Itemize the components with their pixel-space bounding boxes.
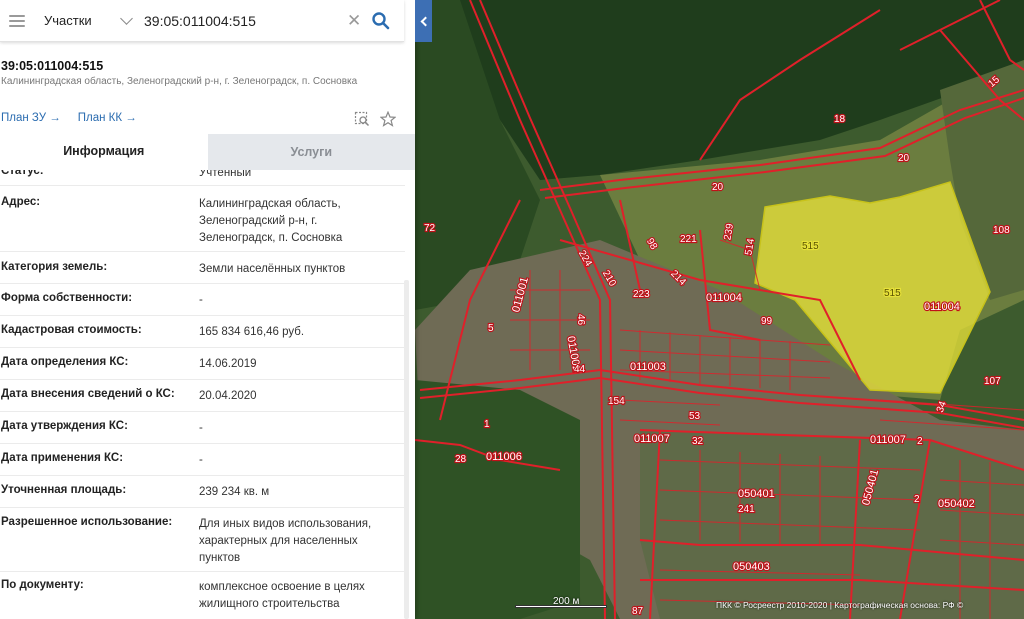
panel-tabs: Информация Услуги bbox=[0, 134, 415, 170]
map-scale: 200 м bbox=[515, 596, 607, 610]
map-label: 011003 bbox=[630, 361, 666, 373]
map-label: 011007 bbox=[634, 433, 670, 445]
search-category[interactable]: Участки bbox=[44, 13, 112, 28]
close-icon[interactable]: ✕ bbox=[347, 12, 361, 29]
map-label: 011007 bbox=[870, 434, 906, 446]
info-panel: Участки ✕ 39:05:011004:515 Калининградск… bbox=[0, 0, 415, 619]
map-copyright: ПКК © Росреестр 2010-2020 | Картографиче… bbox=[716, 600, 964, 610]
tab-information[interactable]: Информация bbox=[0, 134, 208, 170]
info-table: Статус: Учтенный Адрес: Калининградская … bbox=[0, 162, 410, 619]
map-label: 011004 bbox=[706, 292, 742, 304]
menu-icon[interactable] bbox=[9, 14, 25, 27]
map-label: 107 bbox=[984, 376, 1001, 387]
map-label: 108 bbox=[993, 225, 1010, 236]
map-label: 050402 bbox=[938, 498, 975, 510]
info-label: Кадастровая стоимость: bbox=[1, 324, 142, 336]
map-label: 154 bbox=[608, 396, 625, 407]
map-label: 223 bbox=[633, 289, 650, 300]
info-label: По документу: bbox=[1, 579, 84, 591]
map-label: 87 bbox=[632, 606, 644, 617]
info-label: Форма собственности: bbox=[1, 292, 133, 304]
info-value: Земли населённых пунктов bbox=[199, 263, 346, 275]
map-label: 18 bbox=[834, 114, 846, 125]
info-label: Дата утверждения КС: bbox=[1, 420, 128, 432]
search-input[interactable] bbox=[144, 12, 340, 29]
info-value: - bbox=[199, 294, 203, 306]
plan-links: План ЗУ → План КК → bbox=[1, 112, 137, 124]
map-label: 011004 bbox=[924, 301, 960, 313]
scrollbar[interactable] bbox=[404, 280, 409, 619]
search-bar: Участки ✕ bbox=[0, 0, 404, 42]
object-address: Калининградская область, Зеленоградский … bbox=[1, 76, 358, 87]
object-number: 39:05:011004:515 bbox=[1, 59, 104, 73]
info-label: Категория земель: bbox=[1, 261, 108, 273]
map-label: 72 bbox=[424, 223, 436, 234]
chevron-down-icon[interactable] bbox=[120, 11, 133, 25]
info-label: Дата внесения сведений о КС: bbox=[1, 388, 175, 400]
chevron-left-icon bbox=[420, 16, 430, 26]
info-value: Калининградская область, Зеленоградский … bbox=[199, 198, 343, 244]
info-value: - bbox=[199, 422, 203, 434]
map-label-parcel: 515 bbox=[802, 241, 819, 252]
map-label: 46 bbox=[575, 314, 586, 326]
scale-label: 200 м bbox=[553, 596, 580, 607]
info-value: - bbox=[199, 454, 203, 466]
object-tools bbox=[354, 111, 396, 127]
info-label: Адрес: bbox=[1, 196, 41, 208]
star-icon[interactable] bbox=[380, 111, 396, 127]
tab-services[interactable]: Услуги bbox=[207, 134, 415, 170]
map-label: 53 bbox=[689, 411, 701, 422]
map-label: 050401 bbox=[738, 488, 775, 500]
info-label: Разрешенное использование: bbox=[1, 516, 173, 528]
collapse-panel-button[interactable] bbox=[415, 0, 432, 42]
info-value: 165 834 616,46 руб. bbox=[199, 326, 305, 338]
map-label: 20 bbox=[898, 153, 910, 164]
map-label: 241 bbox=[738, 504, 755, 515]
map-label: 5 bbox=[488, 323, 494, 334]
map-label: 221 bbox=[680, 234, 697, 245]
info-value: 20.04.2020 bbox=[199, 390, 257, 402]
forest-south-west bbox=[415, 380, 580, 619]
map-label: 2 bbox=[914, 494, 920, 505]
info-value: 14.06.2019 bbox=[199, 358, 257, 370]
search-icon[interactable] bbox=[371, 11, 391, 31]
map-label: 44 bbox=[574, 364, 586, 375]
map-label: 20 bbox=[712, 182, 724, 193]
map-label: 1 bbox=[484, 419, 490, 430]
settlement-south bbox=[640, 430, 1024, 619]
map-label-parcel: 515 bbox=[884, 288, 901, 299]
map-label: 99 bbox=[761, 316, 773, 327]
zoom-to-object-icon[interactable] bbox=[354, 111, 370, 127]
info-value: 239 234 кв. м bbox=[199, 486, 270, 498]
map-label: 2 bbox=[917, 436, 923, 447]
info-value: комплексное освоение в целях жилищного с… bbox=[199, 581, 365, 610]
plan-zu-link[interactable]: План ЗУ → bbox=[1, 112, 61, 124]
info-label: Дата определения КС: bbox=[1, 356, 129, 368]
info-label: Дата применения КС: bbox=[1, 452, 124, 464]
map-label: 011006 bbox=[486, 451, 522, 463]
map-label: 28 bbox=[455, 454, 467, 465]
plan-kk-link[interactable]: План КК → bbox=[78, 112, 137, 124]
info-label: Уточненная площадь: bbox=[1, 484, 127, 496]
info-value: Для иных видов использования, характерны… bbox=[199, 518, 372, 564]
map-label: 050403 bbox=[733, 561, 770, 573]
map-label: 32 bbox=[692, 436, 704, 447]
